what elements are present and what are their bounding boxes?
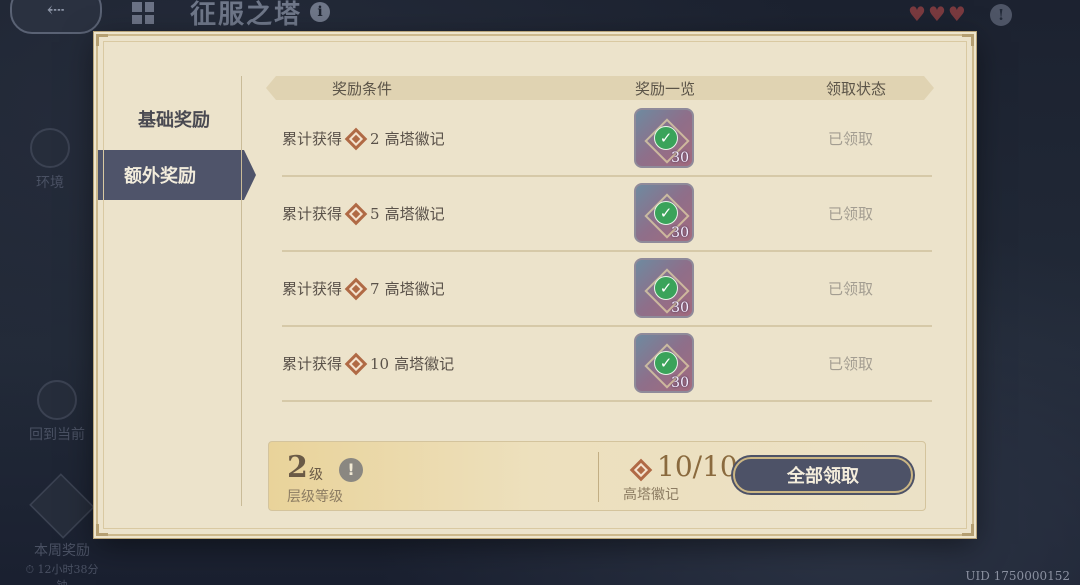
lives-indicator: ♥ ♥ ♥ [908, 4, 966, 24]
environment-button[interactable]: 环境 [22, 128, 78, 192]
reward-quantity: 30 [671, 300, 689, 316]
tab-basic-rewards[interactable]: 基础奖励 [98, 96, 244, 142]
reward-item[interactable]: ✓ 30 [634, 183, 694, 243]
condition-prefix: 累计获得 [282, 205, 343, 223]
table-row: 累计获得 10 高塔徽记 ✓ 30 已领取 [282, 327, 932, 402]
environment-label: 环境 [36, 175, 64, 191]
condition-suffix: 高塔徽记 [384, 130, 445, 148]
rewards-modal: 基础奖励 额外奖励 奖励条件 奖励一览 领取状态 累计获得 2 高塔徽记 ✓ 3… [96, 34, 974, 536]
top-bar: ⇠ 征服之塔 i ♥ ♥ ♥ ! [0, 0, 1080, 34]
claim-status: 已领取 [828, 280, 874, 298]
weekly-reward-label: 本周奖励 [34, 543, 90, 559]
reward-quantity: 30 [671, 225, 689, 241]
badge-label: 高塔徽记 [623, 487, 679, 503]
page-title: 征服之塔 [190, 0, 303, 30]
frame-corner [962, 34, 974, 46]
frame-corner [96, 524, 108, 536]
condition-prefix: 累计获得 [282, 355, 343, 373]
tower-badge-icon [344, 202, 368, 225]
menu-grid-icon[interactable] [132, 2, 154, 24]
heart-icon: ♥ [908, 2, 926, 26]
column-header-condition: 奖励条件 [332, 80, 393, 98]
claimed-check-icon: ✓ [654, 126, 678, 150]
claimed-check-icon: ✓ [654, 201, 678, 225]
condition-count: 7 [370, 279, 380, 298]
reward-condition: 累计获得 10 高塔徽记 [282, 352, 455, 375]
tower-badge-icon [344, 277, 368, 300]
condition-suffix: 高塔徽记 [394, 355, 455, 373]
reward-condition: 累计获得 2 高塔徽记 [282, 127, 445, 150]
claimed-check-icon: ✓ [654, 276, 678, 300]
tower-badge-icon [344, 352, 368, 375]
info-icon[interactable]: i [310, 2, 330, 22]
heart-icon: ♥ [947, 2, 966, 26]
progress-bar: 2 级 ! 层级等级 10/10 高塔徽记 全部领取 [268, 441, 926, 511]
level-help-icon[interactable]: ! [339, 458, 363, 482]
reward-condition: 累计获得 5 高塔徽记 [282, 202, 445, 225]
alert-icon[interactable]: ! [990, 4, 1012, 26]
weekly-reward-button[interactable]: 本周奖励 ⏱ 12小时38分钟 [20, 473, 104, 585]
tower-badge-icon [629, 458, 653, 482]
level-label: 层级等级 [287, 489, 343, 505]
claim-status: 已领取 [828, 355, 874, 373]
sidebar-divider [241, 76, 242, 506]
column-header-status: 领取状态 [826, 80, 887, 98]
level-value: 2 [287, 450, 308, 485]
leaf-icon [30, 128, 70, 168]
heart-icon: ♥ [927, 2, 946, 26]
condition-prefix: 累计获得 [282, 280, 343, 298]
reward-quantity: 30 [671, 375, 689, 391]
chest-icon [29, 473, 95, 539]
reward-item[interactable]: ✓ 30 [634, 258, 694, 318]
back-button[interactable]: ⇠ [10, 0, 102, 34]
condition-prefix: 累计获得 [282, 130, 343, 148]
table-row: 累计获得 2 高塔徽记 ✓ 30 已领取 [282, 102, 932, 177]
frame-corner [962, 524, 974, 536]
table-row: 累计获得 5 高塔徽记 ✓ 30 已领取 [282, 177, 932, 252]
condition-suffix: 高塔徽记 [384, 205, 445, 223]
claim-status: 已领取 [828, 205, 874, 223]
reward-item[interactable]: ✓ 30 [634, 108, 694, 168]
back-arrow-icon: ⇠ [46, 0, 66, 23]
badge-count: 10/10 [657, 450, 738, 483]
condition-count: 5 [370, 204, 380, 223]
condition-count: 10 [370, 354, 390, 373]
weekly-reward-timer: ⏱ 12小时38分钟 [25, 563, 99, 585]
tab-extra-rewards[interactable]: 额外奖励 [98, 150, 256, 200]
reward-condition: 累计获得 7 高塔徽记 [282, 277, 445, 300]
uid-label: UID 1750000152 [965, 569, 1070, 583]
claimed-check-icon: ✓ [654, 351, 678, 375]
table-row: 累计获得 7 高塔徽记 ✓ 30 已领取 [282, 252, 932, 327]
column-header-reward: 奖励一览 [635, 80, 696, 98]
reward-quantity: 30 [671, 150, 689, 166]
return-current-button[interactable]: 回到当前 [20, 380, 94, 444]
frame-corner [96, 34, 108, 46]
divider [598, 452, 599, 502]
claim-status: 已领取 [828, 130, 874, 148]
tower-badge-icon [344, 127, 368, 150]
level-unit: 级 [309, 467, 323, 483]
condition-suffix: 高塔徽记 [384, 280, 445, 298]
return-icon [37, 380, 77, 420]
return-current-label: 回到当前 [29, 427, 85, 443]
condition-count: 2 [370, 129, 380, 148]
claim-all-button[interactable]: 全部领取 [733, 457, 913, 493]
table-header: 奖励条件 奖励一览 领取状态 [266, 76, 934, 100]
reward-item[interactable]: ✓ 30 [634, 333, 694, 393]
